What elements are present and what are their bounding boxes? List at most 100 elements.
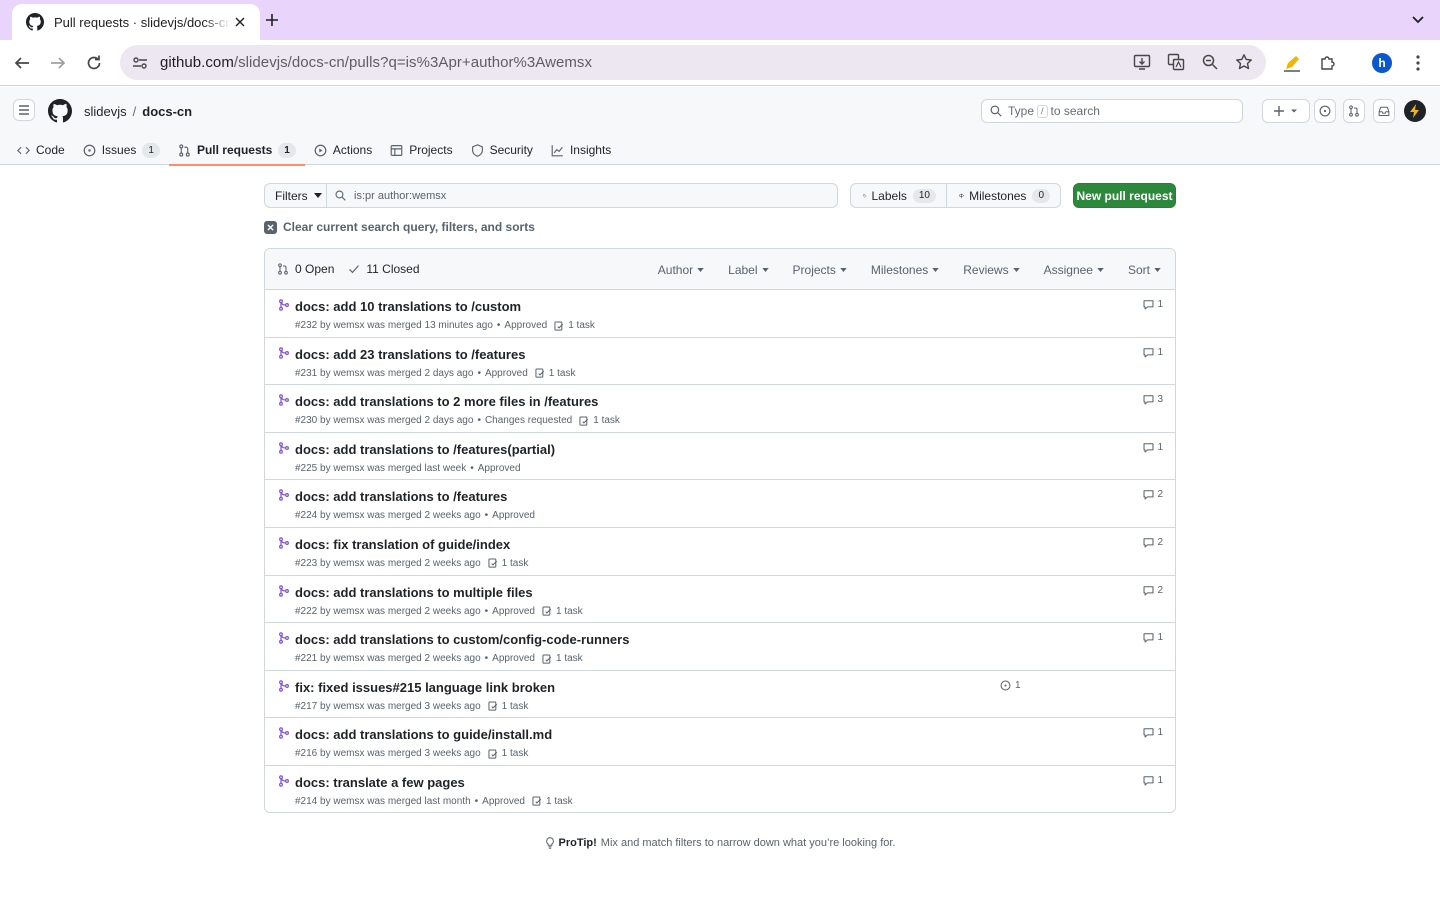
comments-link[interactable]: 3 [1143,394,1163,405]
comments-link[interactable]: 1 [1143,775,1163,786]
tab-actions[interactable]: Actions [305,135,381,165]
browser-tab[interactable]: Pull requests · slidevjs/docs-cn [12,4,260,40]
merged-pr-icon [278,584,290,597]
extension-pen-icon[interactable] [1280,51,1304,75]
milestones-count: 0 [1032,188,1050,203]
comment-count: 1 [1157,346,1163,358]
pr-title-link[interactable]: docs: add 10 translations to /custom [295,299,521,314]
meta-separator: • [474,795,479,807]
comments-link[interactable]: 2 [1143,489,1163,500]
tab-insights[interactable]: Insights [542,135,620,165]
back-arrow-icon[interactable] [10,51,34,75]
checklist-icon [488,749,502,759]
repo-link[interactable]: docs-cn [142,104,192,119]
new-pull-request-button[interactable]: New pull request [1073,183,1176,208]
install-app-icon[interactable] [1132,52,1152,72]
site-settings-icon[interactable] [132,55,148,71]
comments-link[interactable]: 1 [1143,347,1163,358]
review-status[interactable]: Approved [492,606,535,617]
comments-link[interactable]: 2 [1143,585,1163,596]
pr-search-field[interactable] [326,183,838,208]
comments-link[interactable]: 2 [1143,537,1163,548]
reviews-filter[interactable]: Reviews [963,263,1020,277]
comments-link[interactable]: 1 [1143,442,1163,453]
browser-tabstrip: Pull requests · slidevjs/docs-cn [0,0,1440,40]
label-filter[interactable]: Label [728,263,769,277]
global-search-input[interactable]: Type / to search [981,99,1243,123]
review-status[interactable]: Approved [478,463,521,474]
task-count: 1 task [548,367,576,379]
pull-requests-icon[interactable] [1343,99,1365,123]
tab-issues[interactable]: Issues 1 [74,135,169,165]
github-logo-icon[interactable] [48,99,72,123]
pr-title-link[interactable]: docs: add translations to guide/install.… [295,727,552,742]
tab-search-chevron-icon[interactable] [1406,8,1430,32]
labels-button[interactable]: Labels 10 [850,183,947,208]
inbox-icon[interactable] [1373,99,1395,123]
owner-link[interactable]: slidevjs [84,104,127,119]
review-status[interactable]: Approved [492,653,535,664]
milestones-filter[interactable]: Milestones [871,263,939,277]
comment-count: 1 [1157,632,1163,644]
profile-avatar[interactable]: h [1372,53,1392,73]
comments-link[interactable]: 1 [1143,632,1163,643]
bookmark-star-icon[interactable] [1234,52,1254,72]
checklist-icon [542,654,556,664]
labels-count: 10 [912,188,936,203]
tab-code[interactable]: Code [8,135,74,165]
pr-merged-info: by wemsx was merged 2 weeks ago [320,653,481,665]
open-filter[interactable]: 0 Open [277,262,334,276]
table-row: docs: add 23 translations to /features #2… [265,338,1175,386]
comment-count: 2 [1157,536,1163,548]
pr-title-link[interactable]: docs: add translations to /features(part… [295,442,555,457]
review-status[interactable]: Changes requested [485,415,572,426]
comments-link[interactable]: 1 [1143,299,1163,310]
browser-menu-icon[interactable] [1406,51,1430,75]
filters-dropdown-button[interactable]: Filters [264,183,327,208]
pr-title-link[interactable]: docs: add translations to /features [295,489,507,504]
tab-projects[interactable]: Projects [381,135,461,165]
pr-search-input[interactable] [354,189,814,202]
pr-title-link[interactable]: docs: fix translation of guide/index [295,537,510,552]
user-avatar[interactable] [1404,100,1426,122]
projects-filter[interactable]: Projects [793,263,847,277]
pr-title-link[interactable]: docs: add 23 translations to /features [295,347,525,362]
close-tab-icon[interactable] [230,12,250,32]
pr-title-link[interactable]: docs: add translations to 2 more files i… [295,394,598,409]
comments-link[interactable]: 1 [1143,727,1163,738]
zoom-icon[interactable] [1200,52,1220,72]
tab-pull-requests[interactable]: Pull requests 1 [168,135,305,166]
sort-dropdown-label: Sort [1127,263,1150,277]
comment-icon [1143,299,1157,310]
review-status[interactable]: Approved [485,368,528,379]
create-new-button[interactable] [1262,99,1310,123]
milestones-button[interactable]: Milestones 0 [946,183,1061,208]
assignee-filter[interactable]: Assignee [1044,263,1104,277]
pr-title-link[interactable]: docs: translate a few pages [295,775,465,790]
translate-icon[interactable] [1166,52,1186,72]
search-icon [990,105,1002,117]
pr-title-link[interactable]: fix: fixed issues#215 language link brok… [295,680,555,695]
closed-filter[interactable]: 11 Closed [348,262,420,276]
extensions-puzzle-icon[interactable] [1316,51,1340,75]
sort-dropdown[interactable]: Sort [1128,263,1161,277]
linked-issue-link[interactable]: 1 [1000,680,1021,691]
close-icon [264,220,277,234]
clear-search-link[interactable]: Clear current search query, filters, and… [264,220,535,234]
new-tab-icon[interactable] [262,10,282,30]
issues-icon[interactable] [1314,99,1336,123]
task-progress: 1 task [542,653,583,664]
pr-title-link[interactable]: docs: add translations to multiple files [295,585,533,600]
address-bar[interactable]: github.com/slidevjs/docs-cn/pulls?q=is%3… [120,45,1266,80]
forward-arrow-icon[interactable] [46,51,70,75]
review-status[interactable]: Approved [492,510,535,521]
reload-icon[interactable] [82,51,106,75]
hamburger-menu-icon[interactable] [13,99,35,121]
author-filter[interactable]: Author [658,263,704,277]
pr-title-link[interactable]: docs: add translations to custom/config-… [295,632,629,647]
milestones-filter-label: Milestones [870,263,929,277]
tab-security[interactable]: Security [462,135,542,165]
review-status[interactable]: Approved [504,320,547,331]
comment-count: 3 [1157,394,1163,406]
review-status[interactable]: Approved [482,796,525,807]
